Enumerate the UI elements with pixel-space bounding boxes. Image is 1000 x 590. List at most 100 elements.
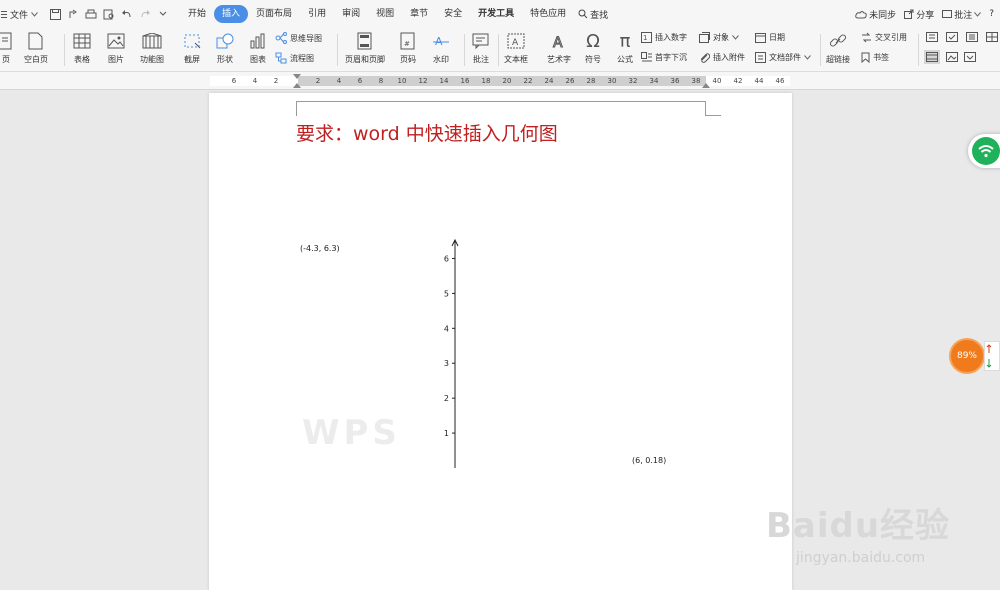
tab-references[interactable]: 引用 [300, 5, 334, 23]
bookmark-button[interactable]: 书签 [861, 52, 889, 63]
ruler-number: 46 [775, 77, 785, 85]
network-widget[interactable] [968, 134, 1000, 168]
print-icon[interactable] [84, 7, 98, 21]
annotation-button[interactable]: 批注 [471, 31, 491, 65]
ruler-number: 8 [378, 77, 384, 85]
table-button[interactable]: 表格 [72, 31, 92, 65]
image-field-icon[interactable] [946, 52, 958, 62]
search-icon [578, 9, 588, 19]
tab-view[interactable]: 视图 [368, 5, 402, 23]
formula-button[interactable]: π 公式 [615, 31, 635, 65]
y-tick-label: 4 [444, 324, 449, 333]
ruler-number: 26 [565, 77, 575, 85]
date-button[interactable]: 日期 [755, 32, 785, 43]
bookmark-icon [861, 52, 870, 63]
save-icon[interactable] [48, 7, 62, 21]
header-footer-button[interactable]: 页眉和页脚 [345, 31, 385, 65]
help-button[interactable]: ? [989, 9, 994, 19]
left-indent-marker[interactable] [293, 83, 301, 88]
ruler-number: 6 [231, 77, 237, 85]
ruler-number: 18 [481, 77, 491, 85]
layout-icon[interactable] [926, 32, 938, 42]
tab-insert[interactable]: 插入 [214, 5, 249, 23]
insert-number-button[interactable]: 1 插入数字 [641, 32, 687, 43]
wordart-button[interactable]: A 艺术字 [547, 31, 571, 65]
ribbon: 页 空白页 表格 图片 功能图 截屏 形状 图表 思维导图 流程图 页眉和页脚 [0, 28, 1000, 72]
redo-icon[interactable] [138, 7, 152, 21]
page-number-icon: # [398, 31, 418, 51]
page-number-button[interactable]: # 页码 [398, 31, 418, 65]
tab-section[interactable]: 章节 [402, 5, 436, 23]
symbol-button[interactable]: Ω 符号 [583, 31, 603, 65]
formula-label: 公式 [617, 55, 633, 64]
shape-button[interactable]: 形状 [215, 31, 235, 65]
search-button[interactable]: 查找 [578, 8, 608, 21]
ruler-number: 24 [544, 77, 554, 85]
chevron-down-icon [974, 11, 982, 17]
checkbox-icon[interactable] [946, 32, 958, 42]
sync-button[interactable]: 未同步 [855, 8, 896, 21]
tab-page-layout[interactable]: 页面布局 [248, 5, 300, 23]
page-break-button[interactable]: 页 [0, 31, 16, 65]
document-title[interactable]: 要求：word 中快速插入几何图 [296, 119, 558, 146]
list-icon[interactable] [966, 32, 978, 42]
horizontal-ruler[interactable]: 6 4 2 2 4 6 8 10 12 14 16 18 20 22 24 26 28 30 32 34 36 38 40 4… [0, 72, 1000, 90]
doc-parts-button[interactable]: 文档部件 [755, 52, 811, 63]
ribbon-divider [918, 34, 919, 66]
right-indent-marker[interactable] [702, 83, 710, 88]
hamburger-icon [1, 10, 7, 18]
print-preview-icon[interactable] [102, 7, 116, 21]
omega-icon: Ω [586, 30, 600, 52]
hyperlink-button[interactable]: 超链接 [826, 31, 850, 65]
share-label: 分享 [916, 10, 935, 21]
chevron-down-icon [31, 11, 38, 17]
y-tick-label: 1 [444, 429, 449, 438]
watermark-text: WPS [302, 413, 401, 453]
ruler-number: 22 [523, 77, 533, 85]
drop-cap-button[interactable]: 首字下沉 [641, 52, 687, 63]
function-chart-button[interactable]: 功能图 [140, 31, 164, 65]
table-icon [72, 31, 92, 51]
tab-features[interactable]: 特色应用 [522, 5, 574, 23]
zoom-side-panel[interactable] [984, 341, 1000, 371]
point-a-label[interactable]: (-4.3, 6.3) [300, 244, 340, 253]
form-field-icon[interactable] [924, 50, 940, 64]
svg-text:#: # [404, 40, 410, 48]
ruler-number: 6 [357, 77, 363, 85]
page-number-label: 页码 [400, 55, 416, 64]
y-axis-chart[interactable]: 1 2 3 4 5 6 [429, 238, 469, 473]
flowchart-button[interactable]: 流程图 [275, 52, 314, 64]
comment-button[interactable]: 批注 [942, 8, 982, 21]
textbox-button[interactable]: A 文本框 [504, 31, 528, 65]
dropdown-field-icon[interactable] [964, 52, 976, 62]
ruler-number: 30 [607, 77, 617, 85]
object-button[interactable]: 对象 [699, 32, 739, 43]
tab-review[interactable]: 审阅 [334, 5, 368, 23]
first-line-indent-marker[interactable] [293, 74, 301, 79]
watermark-button[interactable]: A 水印 [431, 31, 451, 65]
undo-icon[interactable] [120, 7, 134, 21]
export-icon[interactable] [66, 7, 80, 21]
point-b-label[interactable]: (6, 0.18) [632, 456, 666, 465]
insert-number-label: 插入数字 [655, 33, 687, 42]
tab-developer[interactable]: 开发工具 [470, 5, 522, 23]
tab-home[interactable]: 开始 [180, 5, 214, 23]
screenshot-button[interactable]: 截屏 [182, 31, 202, 65]
pi-icon: π [619, 30, 631, 52]
tab-security[interactable]: 安全 [436, 5, 470, 23]
document-page[interactable]: 要求：word 中快速插入几何图 WPS (-4.3, 6.3) (6, 0.1… [209, 93, 792, 590]
cross-reference-button[interactable]: 交叉引用 [861, 32, 907, 43]
ribbon-divider [337, 34, 338, 66]
grid-icon[interactable] [986, 32, 998, 42]
picture-button[interactable]: 图片 [106, 31, 126, 65]
mindmap-button[interactable]: 思维导图 [275, 32, 322, 44]
attachment-button[interactable]: 插入附件 [699, 52, 745, 63]
chart-button[interactable]: 图表 [248, 31, 268, 65]
file-menu[interactable]: 文件 [0, 0, 38, 28]
blank-page-button[interactable]: 空白页 [24, 31, 48, 65]
zoom-indicator[interactable]: 89% [949, 338, 985, 374]
share-button[interactable]: 分享 [904, 8, 934, 21]
ruler-number: 38 [691, 77, 701, 85]
shape-icon [215, 31, 235, 51]
customize-icon[interactable] [156, 7, 170, 21]
